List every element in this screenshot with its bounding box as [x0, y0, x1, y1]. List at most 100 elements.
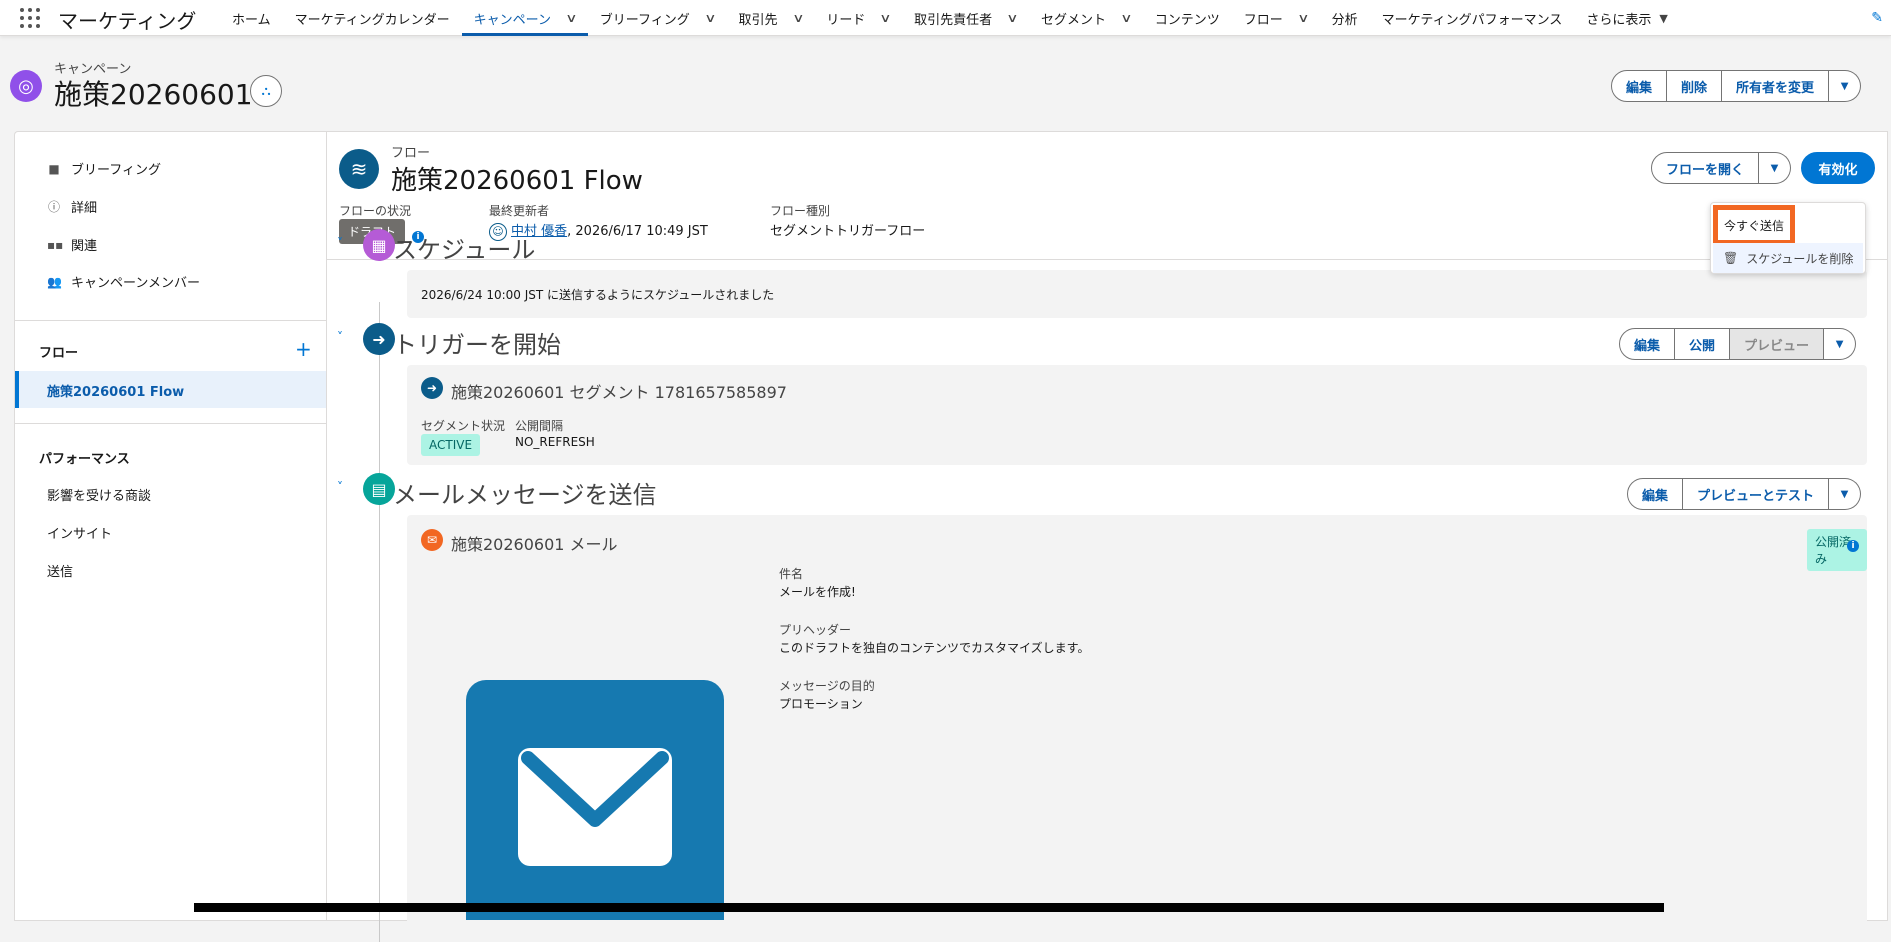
nav-item-contacts[interactable]: 取引先責任者 ∨ — [902, 0, 1029, 36]
nav-item-label: 取引先 — [738, 12, 778, 28]
purpose-value: プロモーション — [779, 697, 863, 711]
publish-interval-label: 公開間隔 — [515, 419, 564, 433]
modified-time: , 2026/6/17 10:49 JST — [567, 224, 708, 239]
nav-item-leads[interactable]: リード ∨ — [814, 0, 902, 36]
sidebar-item-label: 施策20260601 Flow — [47, 385, 185, 400]
open-flow-menu-button[interactable]: ▼ — [1759, 152, 1792, 184]
email-name[interactable]: 施策20260601 メール — [451, 531, 618, 555]
nav-item-segments[interactable]: セグメント ∨ — [1029, 0, 1143, 36]
collapse-chevron-icon[interactable]: ˅ — [337, 480, 343, 494]
sidebar-item-details[interactable]: ⓘ 詳細 — [47, 197, 97, 216]
preview-test-button[interactable]: プレビューとテスト — [1683, 478, 1830, 510]
trigger-menu-button[interactable]: ▼ — [1824, 328, 1857, 360]
envelope-icon — [518, 748, 672, 866]
nav-item-accounts[interactable]: 取引先 ∨ — [727, 0, 815, 36]
chevron-down-icon[interactable]: ∨ — [704, 11, 716, 25]
add-flow-icon[interactable]: + — [295, 337, 312, 361]
sidebar-item-briefing[interactable]: ■ ブリーフィング — [47, 159, 161, 179]
edit-record-button[interactable]: 編集 — [1611, 70, 1668, 102]
nav-item-more[interactable]: さらに表示 ▼ — [1574, 0, 1679, 36]
briefcase-icon: ■ — [48, 161, 60, 176]
people-icon: 👥 — [47, 274, 62, 289]
sidebar-item-label: 詳細 — [71, 201, 98, 216]
nav-item-label: ブリーフィング — [599, 12, 690, 28]
edit-email-button[interactable]: 編集 — [1627, 478, 1684, 510]
chevron-down-icon[interactable]: ∨ — [1120, 11, 1132, 25]
flow-icon: ≋ — [339, 149, 379, 189]
record-actions: 編集 削除 所有者を変更 ▼ — [1611, 70, 1862, 102]
sidebar-item-label: 関連 — [71, 239, 98, 254]
nav-item-label: フロー — [1243, 12, 1283, 28]
preheader-value: このドラフトを独自のコンテンツでカスタマイズします。 — [779, 641, 1090, 655]
edit-nav-pencil-icon[interactable]: ✎ — [1871, 10, 1883, 26]
sidebar-item-insights[interactable]: インサイト — [47, 523, 112, 542]
subject-label: 件名 — [779, 567, 804, 581]
email-icon: ✉ — [421, 529, 443, 551]
publish-button[interactable]: 公開 — [1675, 328, 1731, 360]
info-icon: ⓘ — [47, 200, 60, 214]
trash-icon: 🗑 — [1723, 251, 1739, 265]
app-launcher-icon[interactable] — [20, 8, 40, 28]
nav-item-label: キャンペーン — [473, 12, 551, 28]
caret-down-icon: ▼ — [1659, 11, 1668, 25]
segment-name[interactable]: 施策20260601 セグメント 1781657585897 — [451, 379, 787, 403]
nav-item-flows[interactable]: フロー ∨ — [1232, 0, 1320, 36]
nav-item-content[interactable]: コンテンツ — [1143, 0, 1232, 36]
nav-item-marketing-calendar[interactable]: マーケティングカレンダー — [283, 0, 462, 36]
preheader-label: プリヘッダー — [779, 623, 852, 637]
sidebar-divider — [15, 423, 327, 424]
chevron-down-icon[interactable]: ∨ — [792, 11, 804, 25]
trigger-title: トリガーを開始 — [393, 331, 561, 359]
open-flow-button[interactable]: フローを開く — [1651, 152, 1760, 184]
flow-heading: フロー — [39, 346, 79, 361]
subject-value: メールを作成! — [779, 585, 856, 599]
flow-kind-label: フロー種別 — [770, 204, 831, 218]
nav-item-marketing-performance[interactable]: マーケティングパフォーマンス — [1370, 0, 1575, 36]
sidebar-item-campaign-members[interactable]: 👥 キャンペーンメンバー — [47, 272, 200, 292]
info-icon[interactable]: i — [1847, 540, 1859, 552]
email-thumbnail[interactable] — [466, 680, 724, 920]
flow-kind-value: セグメントトリガーフロー — [770, 224, 926, 239]
chevron-down-icon[interactable]: ∨ — [1297, 11, 1309, 25]
sidebar-item-sends[interactable]: 送信 — [47, 561, 73, 580]
segment-icon: ➜ — [421, 377, 443, 399]
flow-type-label: フロー — [391, 146, 431, 161]
publish-interval-value: NO_REFRESH — [515, 435, 595, 449]
arrow-right-icon: ➜ — [363, 323, 395, 355]
purpose-label: メッセージの目的 — [779, 679, 875, 693]
preview-button[interactable]: プレビュー — [1730, 328, 1825, 360]
nav-item-campaigns[interactable]: キャンペーン ∨ — [461, 0, 588, 36]
delete-record-button[interactable]: 削除 — [1667, 70, 1723, 102]
caret-down-icon: ▼ — [1835, 338, 1844, 350]
chevron-down-icon[interactable]: ∨ — [565, 11, 577, 25]
email-step-icon: ▤ — [363, 473, 395, 505]
chevron-down-icon[interactable]: ∨ — [1006, 11, 1018, 25]
email-actions: 編集 プレビューとテスト ▼ — [1627, 478, 1862, 510]
flow-status-label: フローの状況 — [339, 204, 412, 218]
timeline-line — [379, 302, 380, 942]
edit-trigger-button[interactable]: 編集 — [1619, 328, 1676, 360]
activate-button[interactable]: 有効化 — [1801, 152, 1875, 184]
sidebar-item-flow-selected[interactable]: 施策20260601 Flow — [15, 371, 327, 408]
delete-schedule-menu-item[interactable]: 🗑 スケジュールを削除 — [1713, 243, 1863, 273]
nav-item-analytics[interactable]: 分析 — [1320, 0, 1370, 36]
more-actions-button[interactable]: ▼ — [1829, 70, 1862, 102]
send-now-menu-item[interactable]: 今すぐ送信 — [1713, 205, 1795, 245]
nav-item-briefing[interactable]: ブリーフィング ∨ — [588, 0, 727, 36]
record-title: 施策20260601 — [54, 78, 253, 111]
segment-card: ➜ 施策20260601 セグメント 1781657585897 セグメント状況… — [407, 365, 1867, 465]
sidebar-item-related[interactable]: ▪▪ 関連 — [47, 235, 98, 255]
hierarchy-icon[interactable]: ⛬ — [250, 75, 282, 107]
schedule-title: スケジュール — [393, 236, 536, 264]
campaign-icon: ◎ — [10, 70, 42, 102]
nav-item-home[interactable]: ホーム — [220, 0, 283, 36]
sidebar-item-influenced-opportunities[interactable]: 影響を受ける商談 — [47, 485, 151, 504]
collapse-chevron-icon[interactable]: ˅ — [337, 330, 343, 344]
caret-down-icon: ▼ — [1840, 488, 1849, 500]
chevron-down-icon[interactable]: ∨ — [880, 11, 892, 25]
segment-status-label: セグメント状況 — [421, 419, 506, 433]
collapse-chevron-icon[interactable]: ˅ — [337, 236, 343, 250]
change-owner-button[interactable]: 所有者を変更 — [1722, 70, 1830, 102]
open-flow-group: フローを開く ▼ — [1651, 152, 1792, 184]
email-menu-button[interactable]: ▼ — [1829, 478, 1862, 510]
